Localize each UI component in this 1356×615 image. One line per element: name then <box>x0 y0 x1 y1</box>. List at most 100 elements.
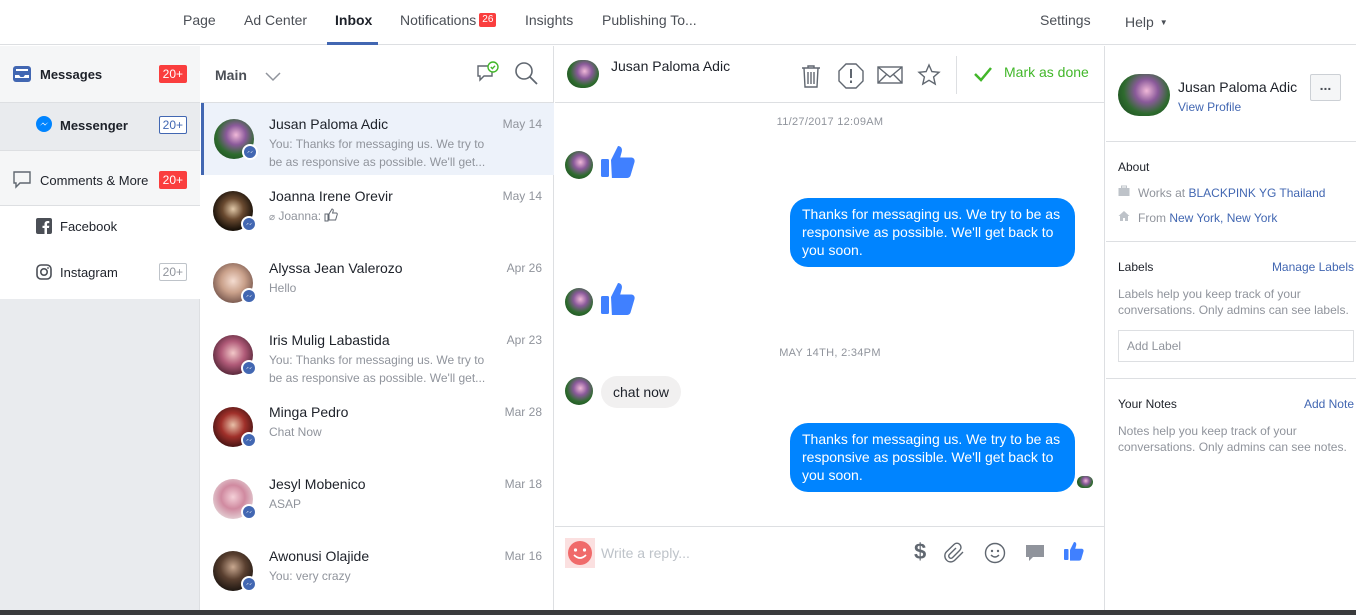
search-icon[interactable] <box>513 60 539 89</box>
nav-help[interactable]: Help ▼ <box>1125 14 1168 30</box>
avatar <box>567 60 599 88</box>
employer-link[interactable]: BLACKPINK YG Thailand <box>1188 186 1325 200</box>
conversation-date: Apr 23 <box>506 333 542 347</box>
left-sidebar: Messages 20+ Messenger 20+ Comments & Mo… <box>0 46 200 615</box>
works-at: Works at BLACKPINK YG Thailand <box>1138 185 1325 201</box>
filter-dropdown[interactable]: Main <box>215 67 281 83</box>
home-icon <box>1118 210 1130 225</box>
instagram-icon <box>36 264 52 283</box>
labels-title: Labels <box>1118 260 1154 274</box>
nav-settings[interactable]: Settings <box>1040 12 1091 28</box>
about-section: About Works at BLACKPINK YG Thailand Fro… <box>1106 142 1356 242</box>
messenger-icon <box>36 116 52 135</box>
sidebar-item-facebook[interactable]: Facebook <box>0 206 200 253</box>
messenger-badge-icon <box>241 360 257 376</box>
conversation-date: Mar 16 <box>504 549 542 563</box>
conversation-list-header: Main <box>201 46 554 103</box>
message-timestamp: MAY 14TH, 2:34PM <box>779 347 881 359</box>
taskbar-strip <box>0 610 1356 615</box>
sidebar-item-comments[interactable]: Comments & More 20+ <box>0 150 200 206</box>
trash-icon[interactable] <box>799 63 823 92</box>
chevron-down-icon: ▼ <box>1159 18 1168 27</box>
nav-notifications-label: Notifications <box>400 12 477 28</box>
sidebar-item-label: Instagram <box>60 265 118 280</box>
reply-input[interactable] <box>601 543 881 563</box>
conversation-snippet: You: very crazy <box>269 569 351 583</box>
conversation-snippet: Hello <box>269 281 297 295</box>
thumbs-up-icon[interactable] <box>1063 540 1085 565</box>
nav-inbox[interactable]: Inbox <box>335 12 372 28</box>
mail-icon[interactable] <box>877 65 903 88</box>
messenger-badge-icon <box>241 288 257 304</box>
view-profile-link[interactable]: View Profile <box>1178 100 1241 114</box>
add-note-link[interactable]: Add Note <box>1304 397 1354 411</box>
thumbs-up-icon <box>324 208 339 222</box>
notes-title: Your Notes <box>1118 397 1177 411</box>
conversation-name: Jusan Paloma Adic <box>269 116 389 132</box>
message-composer: $ <box>555 526 1105 615</box>
conversation-snippet: You: Thanks for messaging us. We try to … <box>269 137 486 169</box>
sidebar-item-messages[interactable]: Messages 20+ <box>0 46 200 103</box>
add-label-input[interactable] <box>1118 330 1354 362</box>
works-prefix: Works at <box>1138 186 1186 200</box>
outgoing-message: Thanks for messaging us. We try to be as… <box>790 198 1075 267</box>
top-navigation: Page Ad Center Inbox Notifications 26 Ins… <box>0 0 1356 45</box>
conversation-item[interactable]: Iris Mulig Labastida Apr 23 You: Thanks … <box>201 319 554 391</box>
conversation-name: Alyssa Jean Valerozo <box>269 260 403 276</box>
conversation-item[interactable]: Jesyl Mobenico Mar 18 ASAP <box>201 463 554 535</box>
nav-insights[interactable]: Insights <box>525 12 573 28</box>
conversation-item[interactable]: Awonusi Olajide Mar 16 You: very crazy <box>201 535 554 607</box>
chat-contact-name: Jusan Paloma Adic <box>611 58 731 74</box>
saved-replies-icon[interactable] <box>1024 543 1046 566</box>
from-prefix: From <box>1138 211 1166 225</box>
sidebar-item-label: Facebook <box>60 219 118 234</box>
avatar <box>1118 74 1170 116</box>
star-icon[interactable] <box>917 63 941 90</box>
hometown-link[interactable]: New York, New York <box>1169 211 1277 225</box>
message-timestamp: 11/27/2017 12:09AM <box>776 116 884 128</box>
briefcase-icon <box>1118 185 1130 200</box>
conversation-item[interactable]: Minga Pedro Mar 28 Chat Now <box>201 391 554 463</box>
conversation-date: May 14 <box>502 117 542 131</box>
sidebar-item-messenger[interactable]: Messenger 20+ <box>0 103 200 150</box>
nav-active-indicator <box>327 42 378 45</box>
manage-labels-link[interactable]: Manage Labels <box>1272 260 1354 274</box>
profile-name: Jusan Paloma Adic <box>1178 79 1298 95</box>
sidebar-item-label: Messenger <box>60 118 128 133</box>
conversation-date: Mar 18 <box>504 477 542 491</box>
messenger-badge-icon <box>241 576 257 592</box>
conversation-item[interactable]: Alyssa Jean Valerozo Apr 26 Hello <box>201 247 554 319</box>
thumbs-up-icon <box>599 142 639 185</box>
emoji-icon[interactable] <box>983 541 1007 568</box>
conversation-name: Awonusi Olajide <box>269 548 370 564</box>
notifications-count-badge: 26 <box>479 13 497 27</box>
nav-page[interactable]: Page <box>183 12 216 28</box>
nav-ad-center[interactable]: Ad Center <box>244 12 307 28</box>
nav-publishing-tools[interactable]: Publishing To... <box>602 12 697 28</box>
messenger-badge-icon <box>242 144 258 160</box>
sidebar-item-label: Comments & More <box>40 173 149 188</box>
seen-avatar <box>1077 476 1093 488</box>
nav-notifications[interactable]: Notifications 26 <box>400 12 497 28</box>
mark-as-done-button[interactable]: Mark as done <box>1004 64 1089 80</box>
spam-icon[interactable] <box>838 63 864 92</box>
conversation-snippet: Chat Now <box>269 425 322 439</box>
paperclip-icon[interactable] <box>943 541 967 568</box>
conversation-name: Jesyl Mobenico <box>269 476 366 492</box>
mark-all-read-icon[interactable] <box>475 61 499 88</box>
filter-label: Main <box>215 67 247 83</box>
notes-help-text: Notes help you keep track of your conver… <box>1118 424 1347 454</box>
notes-section: Your Notes Add Note Notes help you keep … <box>1106 379 1356 615</box>
messenger-badge-icon <box>241 504 257 520</box>
conversation-name: Iris Mulig Labastida <box>269 332 390 348</box>
messenger-badge-icon <box>241 432 257 448</box>
conversation-item[interactable]: Jusan Paloma Adic May 14 You: Thanks for… <box>201 103 554 175</box>
conversation-snippet: ASAP <box>269 497 302 511</box>
dollar-icon[interactable]: $ <box>914 539 926 565</box>
conversation-snippet: You: Thanks for messaging us. We try to … <box>269 353 486 385</box>
conversation-name: Joanna Irene Orevir <box>269 188 393 204</box>
more-options-button[interactable]: ... <box>1310 74 1341 101</box>
conversation-item[interactable]: Joanna Irene Orevir May 14 ⌀ Joanna: <box>201 175 554 247</box>
paperclip-icon: ⌀ <box>269 212 276 223</box>
sidebar-item-instagram[interactable]: Instagram 20+ <box>0 253 200 299</box>
